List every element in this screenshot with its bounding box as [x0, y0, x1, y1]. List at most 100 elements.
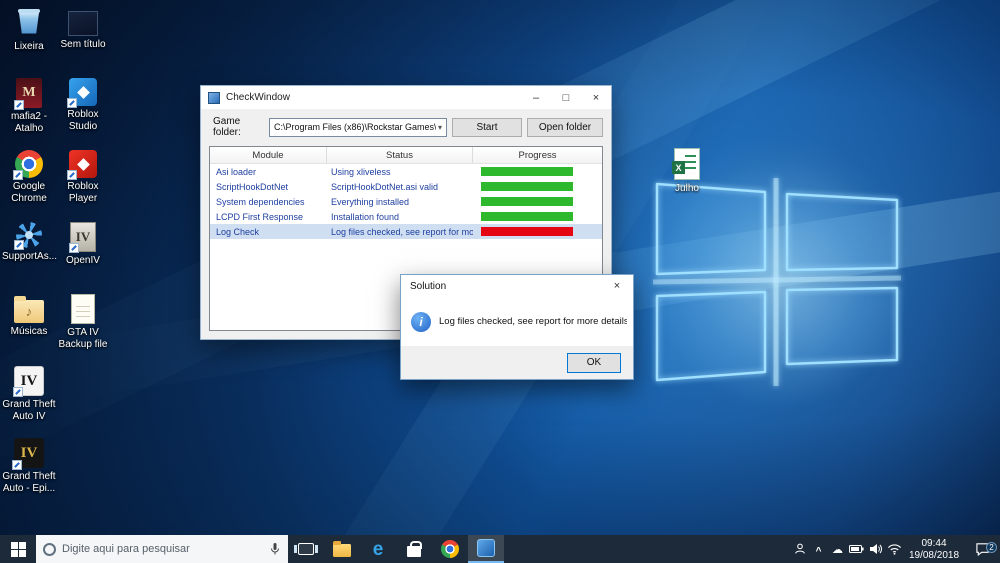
minimize-button[interactable]: – — [521, 86, 551, 109]
start-button-taskbar[interactable] — [0, 535, 36, 563]
system-tray: ^ ☁ 09 — [790, 535, 1000, 563]
store-button[interactable] — [396, 535, 432, 563]
table-row[interactable]: Asi loaderUsing xliveless — [210, 164, 602, 179]
cloud-icon: ☁ — [832, 543, 843, 556]
desktop: Lixeira Mmafia2 - AtalhoGoogle Chrome Supp… — [0, 0, 1000, 563]
wifi-icon — [887, 543, 902, 555]
column-header-module[interactable]: Module — [210, 147, 327, 163]
search-input[interactable] — [62, 543, 263, 555]
support-icon — [16, 222, 42, 248]
desktop-icon-label: GTA IV Backup file — [56, 327, 110, 350]
cell-status: Everything installed — [327, 197, 473, 207]
shortcut-arrow-icon — [12, 460, 22, 470]
desktop-icon-grand-theft-auto-episodes[interactable]: IVGrand Theft Auto - Epi... — [2, 436, 56, 508]
column-header-status[interactable]: Status — [327, 147, 473, 163]
excel-icon: X — [674, 148, 700, 180]
desktop-icon-supportas[interactable]: SupportAs... — [2, 220, 56, 292]
desktop-icon-mafia2-atalho[interactable]: Mmafia2 - Atalho — [2, 76, 56, 148]
ok-button[interactable]: OK — [567, 353, 621, 373]
backup-icon — [71, 294, 95, 324]
chrome-icon — [15, 150, 43, 178]
folder-icon — [333, 544, 351, 557]
table-row[interactable]: Log CheckLog files checked, see report f… — [210, 224, 602, 239]
info-icon: i — [411, 312, 431, 332]
dialog-title: Solution — [410, 281, 446, 292]
close-icon: × — [593, 92, 599, 104]
battery-icon — [849, 544, 864, 554]
windows-logo-icon — [11, 542, 26, 557]
cell-progress — [473, 212, 602, 221]
open-folder-button[interactable]: Open folder — [527, 118, 603, 137]
desktop-icon-google-chrome[interactable]: Google Chrome — [2, 148, 56, 220]
cortana-icon — [43, 543, 56, 556]
module-table-body: Asi loaderUsing xlivelessScriptHookDotNe… — [210, 164, 602, 239]
checkwindow-taskbar-button[interactable] — [468, 535, 504, 563]
cell-progress — [473, 167, 602, 176]
check-window-titlebar[interactable]: CheckWindow – □ × — [201, 86, 611, 109]
notification-badge: 2 — [986, 542, 997, 553]
desktop-icon-sem-titulo[interactable]: Sem título — [56, 4, 110, 76]
shortcut-arrow-icon — [13, 387, 23, 397]
icon-glyph: ♪ — [26, 304, 33, 319]
dialog-message: Log files checked, see report for more d… — [439, 316, 627, 327]
network-button[interactable] — [885, 535, 904, 563]
desktop-icon-column-1: Lixeira Mmafia2 - AtalhoGoogle Chrome Supp… — [2, 4, 56, 508]
close-icon: × — [614, 280, 620, 292]
desktop-icon-musicas[interactable]: ♪Músicas — [2, 292, 56, 364]
start-button[interactable]: Start — [452, 118, 522, 137]
maximize-button[interactable]: □ — [551, 86, 581, 109]
column-header-progress[interactable]: Progress — [473, 147, 602, 163]
game-folder-combobox[interactable]: C:\Program Files (x86)\Rockstar Games\Gr… — [269, 118, 447, 137]
desktop-icon-roblox-studio[interactable]: Roblox Studio — [56, 76, 110, 148]
desktop-icon-label: Grand Theft Auto IV — [2, 399, 56, 422]
person-icon — [793, 542, 807, 556]
volume-button[interactable] — [866, 535, 885, 563]
solution-dialog-titlebar[interactable]: Solution × — [401, 275, 633, 297]
onedrive-button[interactable]: ☁ — [828, 535, 847, 563]
desktop-icon-grand-theft-auto-iv[interactable]: IV Grand Theft Auto IV — [2, 364, 56, 436]
desktop-icon-label: SupportAs... — [2, 251, 56, 263]
cell-status: Log files checked, see report for mo — [327, 227, 473, 237]
hidden-icons-button[interactable]: ^ — [809, 535, 828, 563]
desktop-icon-julho[interactable]: X Julho — [660, 146, 714, 218]
mafia-icon: M — [16, 78, 42, 108]
check-window-toolbar: Game folder: C:\Program Files (x86)\Rock… — [201, 109, 611, 138]
progress-bar — [481, 167, 573, 176]
desktop-icon-gta-iv-backup-file[interactable]: GTA IV Backup file — [56, 292, 110, 364]
solution-dialog-body: i Log files checked, see report for more… — [401, 297, 633, 346]
recycle-icon — [13, 6, 45, 38]
battery-button[interactable] — [847, 535, 866, 563]
table-row[interactable]: LCPD First ResponseInstallation found — [210, 209, 602, 224]
edge-button[interactable]: e — [360, 535, 396, 563]
solution-dialog: Solution × i Log files checked, see repo… — [400, 274, 634, 380]
dialog-close-button[interactable]: × — [601, 275, 633, 297]
desktop-icon-lixeira[interactable]: Lixeira — [2, 4, 56, 76]
shortcut-arrow-icon — [13, 170, 23, 180]
task-view-button[interactable] — [288, 535, 324, 563]
table-row[interactable]: ScriptHookDotNetScriptHookDotNet.asi val… — [210, 179, 602, 194]
desktop-icon-label: Roblox Player — [56, 181, 110, 204]
edge-icon: e — [373, 540, 384, 559]
close-button[interactable]: × — [581, 86, 611, 109]
cell-module: System dependencies — [210, 197, 327, 207]
desktop-icon-label: Lixeira — [14, 41, 43, 53]
file-explorer-button[interactable] — [324, 535, 360, 563]
microphone-icon[interactable] — [269, 542, 281, 556]
robloxstudio-icon — [69, 78, 97, 106]
table-row[interactable]: System dependenciesEverything installed — [210, 194, 602, 209]
store-bag-icon — [407, 546, 421, 557]
desktop-icon-label: Julho — [675, 183, 699, 195]
clock[interactable]: 09:44 19/08/2018 — [904, 536, 964, 563]
search-box[interactable] — [36, 535, 288, 563]
cell-module: LCPD First Response — [210, 212, 327, 222]
icon-glyph: IV — [21, 373, 38, 390]
action-center-button[interactable]: 2 — [964, 542, 1000, 556]
chrome-button[interactable] — [432, 535, 468, 563]
shortcut-arrow-icon — [69, 243, 79, 253]
desktop-icon-roblox-player[interactable]: Roblox Player — [56, 148, 110, 220]
image-icon — [68, 11, 98, 36]
people-button[interactable] — [790, 535, 809, 563]
minimize-icon: – — [533, 92, 539, 104]
desktop-icon-openiv[interactable]: IVOpenIV — [56, 220, 110, 292]
checkwindow-app-icon — [477, 539, 495, 557]
